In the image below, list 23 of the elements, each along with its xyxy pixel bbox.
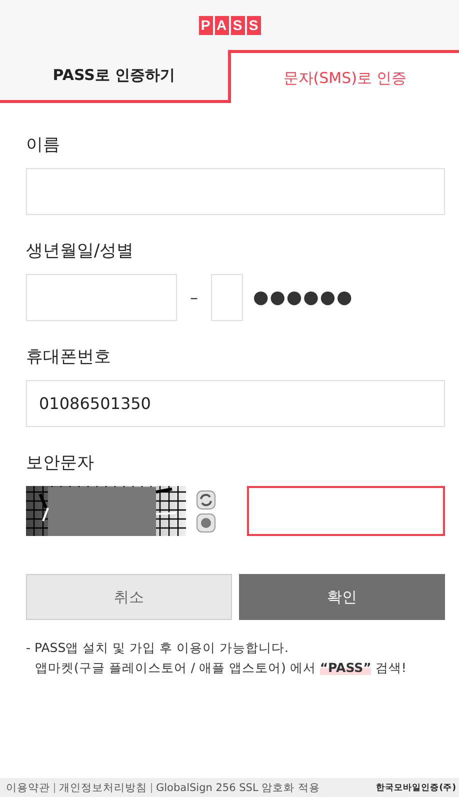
birthdate-field[interactable] bbox=[26, 274, 177, 321]
pass-logo: P A S S bbox=[198, 16, 260, 34]
field-label: 이름 bbox=[26, 134, 61, 156]
cancel-button[interactable]: 취소 bbox=[26, 574, 232, 620]
field-label: 보안문자 bbox=[26, 452, 95, 474]
refresh-icon[interactable] bbox=[196, 490, 216, 510]
separator: – bbox=[189, 288, 199, 307]
captcha-field[interactable] bbox=[247, 486, 445, 536]
notice-text: 앱마켓(구글 플레이스토어 / 애플 앱스토어) 에서 “PASS” 검색! bbox=[34, 659, 408, 677]
footer-link[interactable]: 개인정보처리방침 bbox=[59, 780, 147, 794]
footer-link[interactable]: GlobalSign 256 SSL 암호화 적용 bbox=[156, 780, 320, 794]
company-name: 한국모바일인증(주) bbox=[376, 782, 456, 794]
tab[interactable]: 문자(SMS)로 인증 bbox=[228, 50, 459, 103]
name-field[interactable] bbox=[26, 168, 445, 215]
phone-field[interactable]: 01086501350 bbox=[26, 380, 445, 427]
confirm-button[interactable]: 확인 bbox=[239, 574, 445, 620]
masked-digits: ●●●●●● bbox=[253, 287, 354, 308]
footer-link[interactable]: 이용약관 bbox=[6, 780, 50, 794]
speaker-icon[interactable] bbox=[196, 512, 216, 532]
field-label: 휴대폰번호 bbox=[26, 346, 112, 368]
field-label: 생년월일/성별 bbox=[26, 240, 135, 262]
notice-text: - PASS앱 설치 및 가입 후 이용이 가능합니다. bbox=[26, 639, 290, 657]
gender-field[interactable] bbox=[211, 274, 243, 321]
